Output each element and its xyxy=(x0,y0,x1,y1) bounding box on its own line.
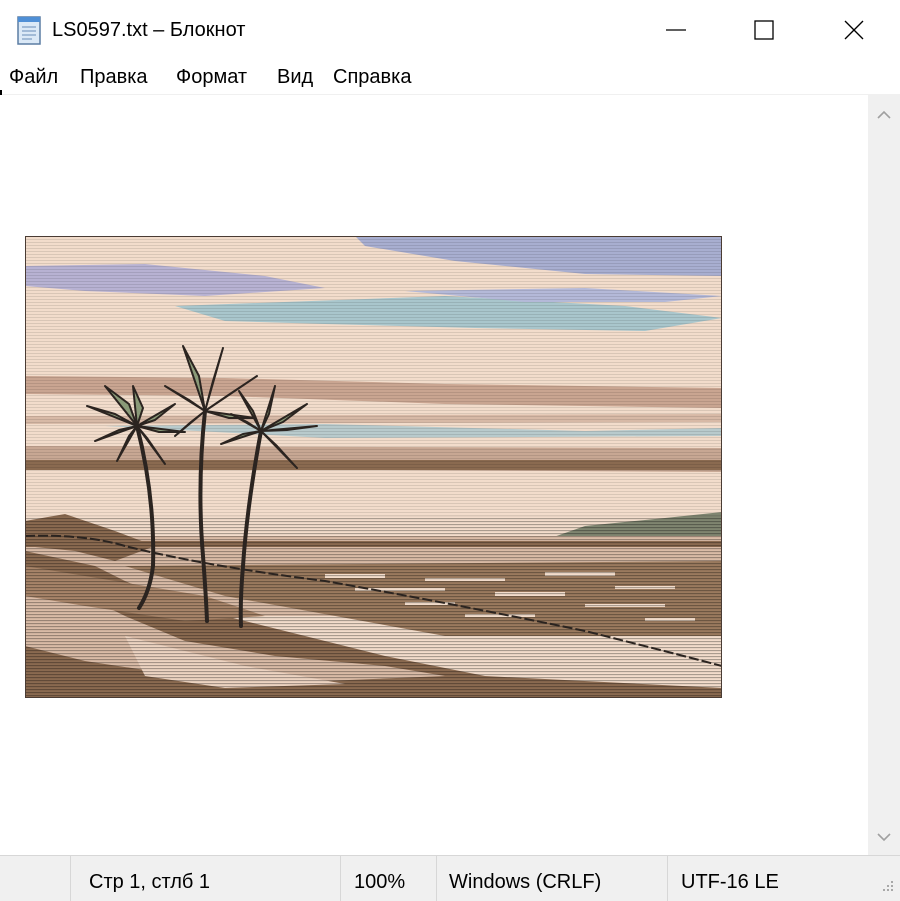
status-divider xyxy=(436,856,437,901)
minimize-icon xyxy=(666,29,686,31)
status-divider xyxy=(340,856,341,901)
menu-format[interactable]: Формат xyxy=(176,65,247,89)
chevron-down-icon[interactable] xyxy=(876,829,892,845)
vertical-scrollbar[interactable] xyxy=(868,95,900,855)
menu-edit[interactable]: Правка xyxy=(80,65,148,89)
text-editor[interactable] xyxy=(0,95,868,855)
maximize-button[interactable] xyxy=(718,0,810,60)
chevron-up-icon[interactable] xyxy=(876,107,892,123)
status-bar: Стр 1, стлб 1 100% Windows (CRLF) UTF-16… xyxy=(0,855,900,901)
close-button[interactable] xyxy=(808,0,900,60)
title-bar[interactable]: LS0597.txt – Блокнот xyxy=(0,0,900,60)
line-endings: Windows (CRLF) xyxy=(449,871,602,893)
window-title: LS0597.txt – Блокнот xyxy=(52,19,246,41)
zoom-level: 100% xyxy=(354,871,406,893)
menu-view[interactable]: Вид xyxy=(277,65,313,89)
menu-bar: Файл Правка Формат Вид Справка xyxy=(0,60,900,96)
menu-file[interactable]: Файл xyxy=(9,65,58,89)
status-divider xyxy=(667,856,668,901)
status-divider xyxy=(70,856,71,901)
notepad-icon xyxy=(17,16,41,45)
minimize-button[interactable] xyxy=(630,0,722,60)
cursor-position: Стр 1, стлб 1 xyxy=(89,871,211,893)
ascii-art-palm-beach xyxy=(25,236,722,698)
encoding: UTF-16 LE xyxy=(681,871,779,893)
maximize-icon xyxy=(754,20,774,40)
resize-grip-icon[interactable] xyxy=(878,878,896,896)
close-icon xyxy=(844,20,864,40)
menu-help[interactable]: Справка xyxy=(333,65,411,89)
